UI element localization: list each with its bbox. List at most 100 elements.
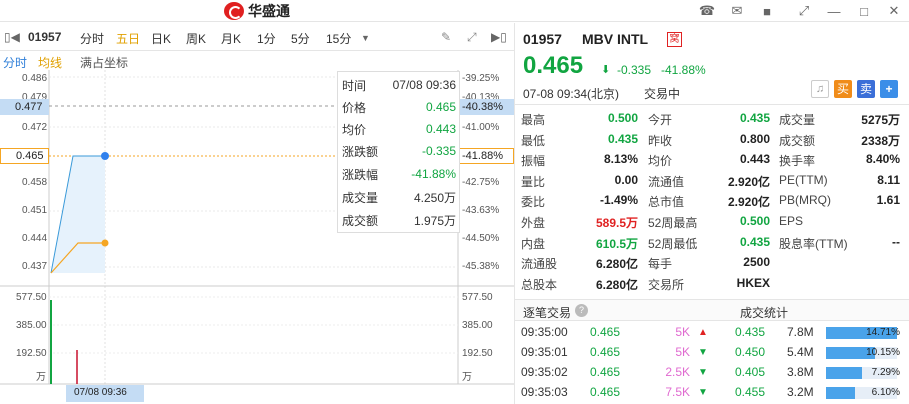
pct-tick: -42.75% xyxy=(462,177,500,188)
price-tick: 0.437 xyxy=(22,261,48,272)
trade-time: 09:35:03 xyxy=(521,385,568,399)
tab-month-k[interactable]: 月K xyxy=(221,30,241,47)
tab-week-k[interactable]: 周K xyxy=(186,30,206,47)
divider xyxy=(515,104,909,105)
quote-time: 07-08 09:34(北京) xyxy=(523,87,620,101)
tooltip-value: -0.335 xyxy=(421,144,456,158)
avg-point xyxy=(101,239,109,247)
quote-code: 01957 xyxy=(523,31,562,47)
help-icon[interactable]: ? xyxy=(575,304,588,317)
dist-price: 0.450 xyxy=(735,345,766,359)
current-price-label: 0.465 xyxy=(0,148,49,164)
tooltip-value: 07/08 09:36 xyxy=(392,78,456,92)
tab-trade-stats[interactable]: 成交统计 xyxy=(740,304,788,321)
price-tick: 0.486 xyxy=(22,73,48,84)
tab-1min[interactable]: 1分 xyxy=(257,30,276,47)
price-tick: 0.444 xyxy=(22,233,48,244)
stat-value: 8.11 xyxy=(877,172,900,187)
close-icon[interactable]: ✕ xyxy=(885,2,903,20)
dist-volume: 3.8M xyxy=(787,365,814,379)
tooltip-key: 涨跌幅 xyxy=(342,167,379,182)
trade-row: 09:35:02 0.465 2.5K ▼ 0.405 3.8M 7.29% xyxy=(515,363,909,383)
down-arrow-icon: ▼ xyxy=(698,387,708,398)
subtab-avg[interactable]: 均线 xyxy=(38,54,62,71)
stat-label: 52周最低 xyxy=(648,236,698,251)
down-arrow-icon: ⬇ xyxy=(601,64,611,76)
tooltip-key: 成交额 xyxy=(342,213,379,228)
subtab-fenshi[interactable]: 分时 xyxy=(3,54,27,71)
sell-button[interactable]: 卖 xyxy=(857,80,875,98)
tab-day-k[interactable]: 日K xyxy=(151,30,171,47)
vol-tick: 577.50 xyxy=(462,292,493,303)
maximize-icon[interactable]: □ xyxy=(855,2,873,20)
mail-icon[interactable]: ✉ xyxy=(728,2,746,20)
stat-label: PB(MRQ) xyxy=(779,193,831,208)
collapse-left-icon[interactable]: ▯◀ xyxy=(4,30,20,44)
tooltip-value: 1.975万 xyxy=(413,213,456,228)
add-watchlist-button[interactable]: + xyxy=(880,80,898,98)
tooltip-key: 价格 xyxy=(342,100,367,115)
dist-pct: 10.15% xyxy=(866,347,900,358)
ticks-header: 逐笔交易 ? 成交统计 xyxy=(515,299,909,321)
collapse-icon[interactable]: ⤢ xyxy=(795,2,813,20)
stat-label: 外盘 xyxy=(521,216,546,230)
price-tick: 0.458 xyxy=(22,177,48,188)
vol-unit: 万 xyxy=(462,372,472,383)
pencil-icon[interactable]: ✎ xyxy=(441,30,451,44)
subtab-full-coord[interactable]: 满占坐标 xyxy=(80,54,128,71)
pct-tick: -43.63% xyxy=(462,205,500,216)
dist-price: 0.455 xyxy=(735,385,766,399)
trade-time: 09:35:02 xyxy=(521,365,568,379)
brand-name: 华盛通 xyxy=(248,3,290,19)
stat-label: 成交额 xyxy=(779,133,816,148)
stat-label: 内盘 xyxy=(521,236,546,251)
chevron-down-icon[interactable]: ▼ xyxy=(361,33,370,43)
trade-volume: 2.5K xyxy=(665,365,690,379)
up-arrow-icon: ▲ xyxy=(698,327,708,338)
expand-icon[interactable]: ⤢ xyxy=(467,30,477,45)
stat-label: 量比 xyxy=(521,174,546,189)
vol-tick: 385.00 xyxy=(16,320,47,331)
quote-change: -0.335 xyxy=(617,63,652,77)
tab-fenshi[interactable]: 分时 xyxy=(80,30,104,47)
shirt-icon[interactable]: ■ xyxy=(758,2,776,20)
stat-value: 2338万 xyxy=(861,133,900,148)
quote-price: 0.465 xyxy=(523,52,584,79)
quote-name: MBV INTL xyxy=(582,31,649,47)
tooltip-value: 4.250万 xyxy=(413,190,456,205)
dist-volume: 7.8M xyxy=(787,325,814,339)
stat-label: 交易所 xyxy=(648,277,685,292)
vol-tick: 192.50 xyxy=(16,348,47,359)
quote-change-pct: -41.88% xyxy=(661,63,706,77)
collapse-right-icon[interactable]: ▶▯ xyxy=(491,30,507,44)
tab-five-day[interactable]: 五日 xyxy=(116,30,140,47)
trade-time: 09:35:01 xyxy=(521,345,568,359)
trade-time: 09:35:00 xyxy=(521,325,568,339)
stat-value: 1.61 xyxy=(876,193,900,208)
stat-value: -1.49% xyxy=(599,193,638,208)
dist-pct: 7.29% xyxy=(871,367,900,378)
tab-5min[interactable]: 5分 xyxy=(291,30,310,47)
stat-value: 2500 xyxy=(743,255,770,270)
price-tick: 0.451 xyxy=(22,205,48,216)
dist-volume: 3.2M xyxy=(787,385,814,399)
trade-volume: 7.5K xyxy=(665,385,690,399)
stat-label: EPS xyxy=(779,214,804,228)
market-tag: 窝 xyxy=(667,32,682,47)
tooltip-key: 时间 xyxy=(342,78,367,93)
crosshair-price-label: 0.477 xyxy=(0,99,49,115)
stat-label: 最高 xyxy=(521,113,546,127)
tab-15min[interactable]: 15分 xyxy=(326,30,351,47)
buy-button[interactable]: 买 xyxy=(834,80,852,98)
stat-label: 昨收 xyxy=(648,133,673,148)
stat-value: 2.920亿 xyxy=(727,174,770,189)
tooltip-value: -41.88% xyxy=(411,167,456,181)
bell-icon[interactable]: ♫ xyxy=(811,80,829,98)
down-arrow-icon: ▼ xyxy=(698,367,708,378)
dist-volume: 5.4M xyxy=(787,345,814,359)
tab-tick-trades[interactable]: 逐笔交易 xyxy=(523,304,571,321)
minimize-icon[interactable]: — xyxy=(825,2,843,20)
tooltip-key: 涨跌额 xyxy=(342,144,379,159)
headset-icon[interactable]: ☎ xyxy=(698,2,716,20)
stat-label: PE(TTM) xyxy=(779,172,828,187)
